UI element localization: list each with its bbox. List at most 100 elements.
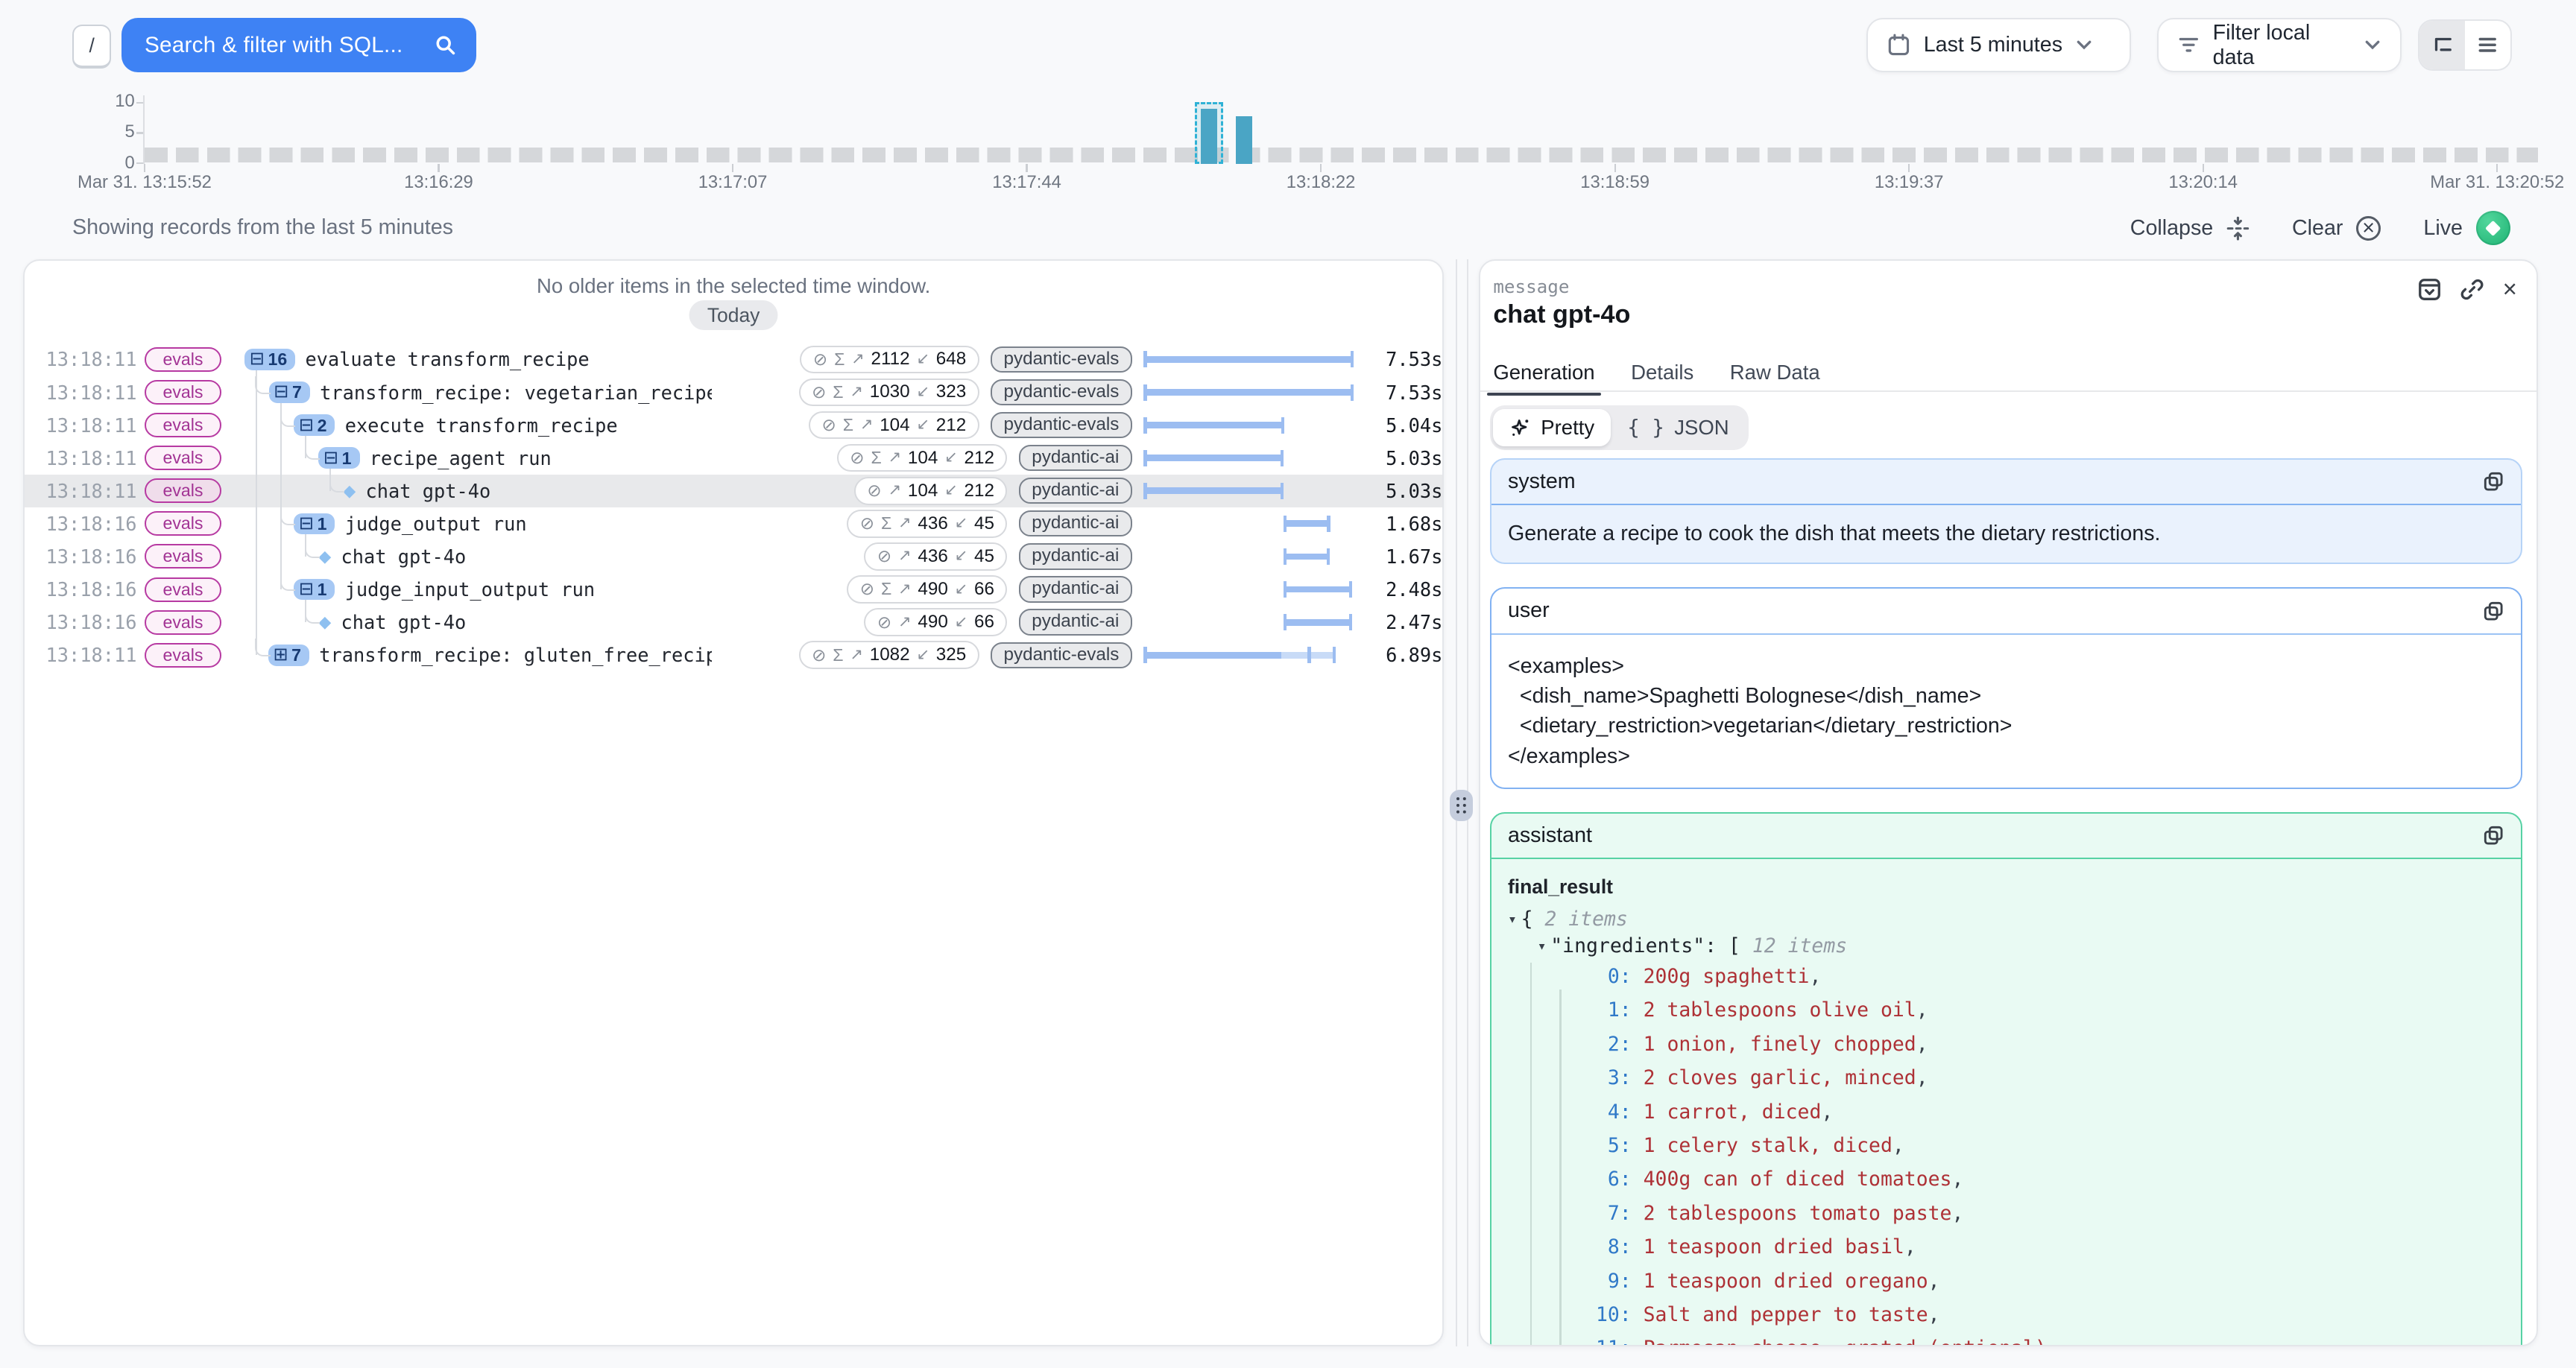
sparkle-icon bbox=[1509, 417, 1531, 439]
today-date-pill[interactable]: Today bbox=[689, 300, 778, 330]
row-timestamp: 13:18:16 bbox=[45, 513, 118, 535]
expand-count-badge[interactable]: ⊟1 bbox=[294, 579, 335, 601]
child-count: 1 bbox=[318, 580, 327, 598]
tokens-received: 45 bbox=[974, 515, 994, 533]
expand-count-badge[interactable]: ⊞7 bbox=[268, 645, 309, 666]
pretty-toggle-button[interactable]: Pretty bbox=[1493, 409, 1611, 447]
clear-button[interactable]: Clear × bbox=[2292, 216, 2381, 241]
trace-row[interactable]: 13:18:11 evals ⊞7 transform_recipe: glut… bbox=[25, 639, 1443, 671]
x-tick-label: Mar 31. 13:20:52 bbox=[2430, 172, 2564, 193]
duration-bar-track bbox=[1143, 639, 1354, 671]
user-message-line: <dietary_restriction>vegetarian</dietary… bbox=[1508, 711, 2504, 741]
child-count: 7 bbox=[291, 646, 301, 664]
slash-shortcut-key[interactable]: / bbox=[72, 25, 111, 69]
x-tick-label: 13:18:59 bbox=[1580, 172, 1650, 193]
trace-row[interactable]: 13:18:16 evals ⊟1 judge_output run ⊘Σ↗43… bbox=[25, 507, 1443, 540]
ingredient-value: 1 celery stalk, diced bbox=[1644, 1134, 1892, 1157]
ingredient-value: 1 onion, finely chopped bbox=[1644, 1033, 1916, 1056]
expand-count-badge[interactable]: ⊟1 bbox=[294, 513, 335, 535]
trace-row[interactable]: 13:18:11 evals ◆ chat gpt-4o ⊘↗104↙212 p… bbox=[25, 475, 1443, 507]
trace-row[interactable]: 13:18:11 evals ⊟16 evaluate transform_re… bbox=[25, 343, 1443, 376]
duration-bar bbox=[1284, 586, 1353, 593]
duration-label: 6.89s bbox=[1366, 644, 1443, 666]
json-key-line[interactable]: ▾"ingredients": [ 12 items bbox=[1508, 934, 2504, 960]
tokens-sent: 104 bbox=[880, 417, 909, 434]
expand-count-badge[interactable]: ⊟2 bbox=[294, 414, 335, 436]
trace-row[interactable]: 13:18:11 evals ⊟2 execute transform_reci… bbox=[25, 409, 1443, 442]
token-usage-badge: ⊘Σ↗104↙212 bbox=[809, 411, 979, 439]
span-name: judge_input_output run bbox=[345, 578, 595, 601]
row-timestamp: 13:18:16 bbox=[45, 545, 118, 568]
duration-label: 2.47s bbox=[1366, 611, 1443, 633]
role-label: assistant bbox=[1508, 823, 1592, 848]
circle-x-icon: × bbox=[2356, 216, 2381, 241]
live-toggle[interactable]: Live bbox=[2423, 211, 2510, 245]
evals-badge: evals bbox=[145, 577, 221, 602]
collapse-icon bbox=[2226, 215, 2250, 241]
tab-raw-data[interactable]: Raw Data bbox=[1730, 359, 1820, 390]
span-name-cell: ⊟7 transform_recipe: vegetarian_recipe bbox=[244, 376, 711, 409]
record-count-bar[interactable] bbox=[1236, 116, 1252, 165]
panel-resize-handle[interactable] bbox=[1450, 790, 1473, 821]
json-array-item: 1: 2 tablespoons olive oil, bbox=[1508, 993, 2504, 1027]
save-view-icon[interactable] bbox=[2417, 277, 2442, 302]
token-usage-badge: ⊘Σ↗1030↙323 bbox=[799, 379, 979, 406]
trace-row[interactable]: 13:18:16 evals ◆ chat gpt-4o ⊘↗436↙45 py… bbox=[25, 540, 1443, 573]
tree-view-button[interactable] bbox=[2419, 21, 2465, 69]
token-usage-badge: ⊘Σ↗104↙212 bbox=[837, 444, 1008, 472]
record-count-bar[interactable] bbox=[1201, 109, 1217, 164]
duration-label: 5.04s bbox=[1366, 414, 1443, 437]
leaf-diamond-icon: ◆ bbox=[318, 614, 331, 630]
tokens-sent: 436 bbox=[918, 548, 947, 566]
close-icon[interactable]: × bbox=[2503, 277, 2517, 302]
row-timestamp: 13:18:11 bbox=[45, 447, 118, 469]
row-timestamp: 13:18:11 bbox=[45, 348, 118, 370]
tokens-sent: 104 bbox=[908, 482, 938, 500]
evals-badge: evals bbox=[145, 380, 221, 405]
time-range-dropdown[interactable]: Last 5 minutes bbox=[1866, 18, 2131, 72]
filter-local-data-dropdown[interactable]: Filter local data bbox=[2157, 18, 2402, 72]
tokens-received-icon: ↙ bbox=[944, 483, 958, 498]
duration-bar bbox=[1143, 652, 1336, 659]
tab-generation[interactable]: Generation bbox=[1493, 359, 1594, 390]
trace-row[interactable]: 13:18:11 evals ⊟7 transform_recipe: vege… bbox=[25, 376, 1443, 409]
span-name: execute transform_recipe bbox=[345, 414, 618, 437]
copy-icon[interactable] bbox=[2483, 825, 2504, 846]
ingredient-value: 400g can of diced tomatoes bbox=[1644, 1168, 1952, 1191]
tab-details[interactable]: Details bbox=[1631, 359, 1693, 390]
search-button[interactable]: Search & filter with SQL... bbox=[121, 18, 476, 72]
row-timestamp: 13:18:16 bbox=[45, 578, 118, 601]
tokens-sent: 1030 bbox=[870, 383, 910, 401]
expand-count-badge[interactable]: ⊟1 bbox=[318, 447, 359, 469]
evals-badge: evals bbox=[145, 478, 221, 503]
expander-icon: ⊟ bbox=[274, 383, 288, 401]
copy-icon[interactable] bbox=[2483, 471, 2504, 493]
tokens-received-icon: ↙ bbox=[916, 417, 929, 433]
evals-badge: evals bbox=[145, 413, 221, 437]
coin-icon: ⊘ bbox=[850, 449, 864, 466]
token-usage-badge: ⊘Σ↗490↙66 bbox=[847, 575, 1007, 603]
link-icon[interactable] bbox=[2460, 277, 2484, 302]
tree-elbow bbox=[329, 475, 345, 493]
final-result-label: final_result bbox=[1508, 875, 2504, 899]
trace-row[interactable]: 13:18:16 evals ◆ chat gpt-4o ⊘↗490↙66 py… bbox=[25, 606, 1443, 639]
copy-icon[interactable] bbox=[2483, 601, 2504, 622]
expand-count-badge[interactable]: ⊟16 bbox=[244, 349, 295, 370]
span-name-cell: ◆ chat gpt-4o bbox=[244, 540, 711, 573]
ingredient-value: 2 cloves garlic, minced bbox=[1644, 1066, 1916, 1089]
expand-count-badge[interactable]: ⊟7 bbox=[269, 381, 310, 403]
list-view-button[interactable] bbox=[2465, 21, 2510, 69]
trace-row[interactable]: 13:18:11 evals ⊟1 recipe_agent run ⊘Σ↗10… bbox=[25, 442, 1443, 475]
row-timestamp: 13:18:11 bbox=[45, 644, 118, 666]
tokens-sent: 490 bbox=[918, 613, 947, 631]
collapse-button[interactable]: Collapse bbox=[2130, 215, 2250, 241]
records-timeline-chart[interactable]: 10 5 0 Mar 31. 13:15:5213:16:2913:17:071… bbox=[0, 90, 2576, 200]
json-root-line[interactable]: ▾{ 2 items bbox=[1508, 907, 2504, 933]
duration-bar-track bbox=[1143, 540, 1354, 573]
json-toggle-button[interactable]: { } JSON bbox=[1611, 409, 1746, 447]
trace-row[interactable]: 13:18:16 evals ⊟1 judge_input_output run… bbox=[25, 573, 1443, 606]
scope-tag: pydantic-ai bbox=[1019, 609, 1132, 635]
duration-bar bbox=[1143, 455, 1284, 461]
render-mode-toggle: Pretty { } JSON bbox=[1490, 405, 1749, 450]
tokens-received: 323 bbox=[936, 383, 966, 401]
